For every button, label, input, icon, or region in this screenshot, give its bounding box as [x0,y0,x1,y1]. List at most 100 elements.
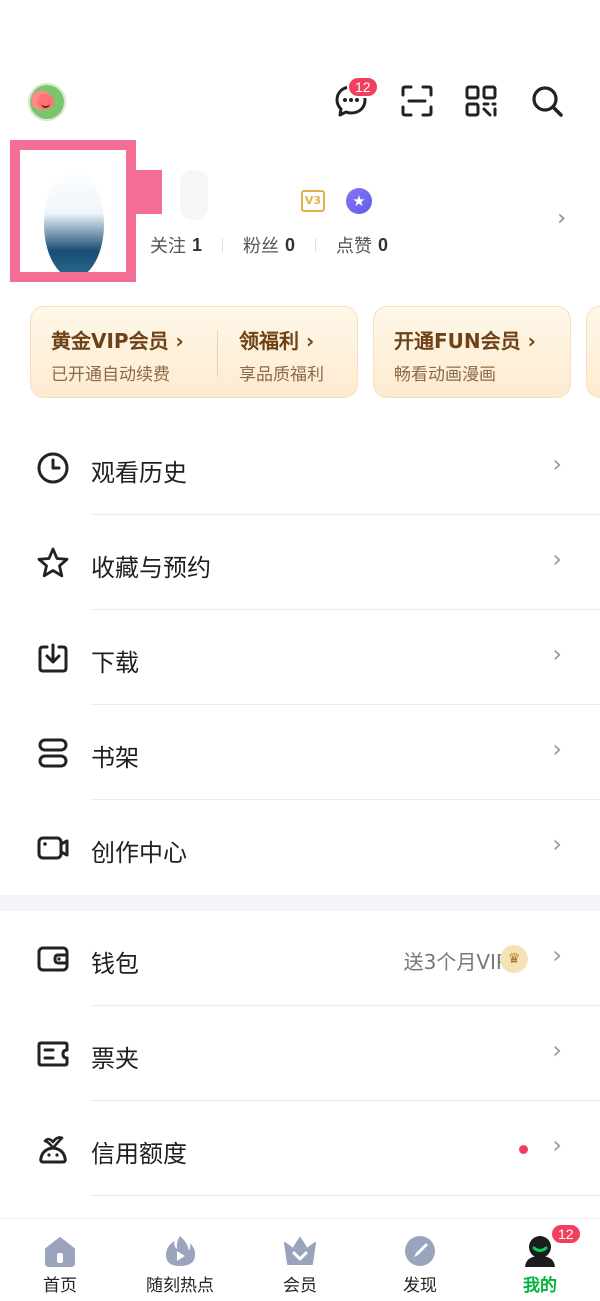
divider [222,238,224,252]
username-blurred [180,170,208,220]
download-icon [38,643,68,673]
menu-item-credit-limit[interactable]: 信用额度 › [0,1101,600,1196]
chevron-right-icon: › [552,1131,562,1159]
message-button[interactable]: 12 [330,76,379,122]
stat-label: 点赞 [336,236,373,257]
divider [91,1195,600,1196]
divider [217,331,218,377]
search-icon [532,86,563,117]
menu-item-label: 票夹 [91,1045,139,1073]
stat-value: 0 [378,234,389,255]
stat-label: 粉丝 [243,236,280,257]
menu-item-label: 收藏与预约 [91,554,211,582]
hot-fire-icon [166,1236,196,1266]
gold-vip-card[interactable]: 黄金VIP会员 › 已开通自动续费 领福利 › 享品质福利 [30,306,358,398]
menu-item-ticket-wallet[interactable]: 票夹 › [0,1006,600,1101]
discover-compass-icon [405,1236,435,1266]
menu-item-creator-center[interactable]: 创作中心 › [0,800,600,895]
menu-item-history[interactable]: 观看历史 › [0,420,600,515]
ticket-icon [37,1041,69,1067]
section-separator [0,895,600,911]
stat-likes[interactable]: 点赞 0 [336,232,388,258]
chevron-right-icon: › [552,735,562,763]
history-clock-icon [37,452,69,484]
nav-label: 我的 [523,1276,557,1296]
nav-label: 发现 [403,1276,437,1296]
welfare-subtitle: 享品质福利 [239,365,324,385]
star-badge-icon[interactable]: ★ [346,188,372,214]
chevron-right-icon: › [552,450,562,478]
stat-label: 关注 [150,236,186,257]
stat-following[interactable]: 关注 1 [150,232,202,258]
star-icon [37,547,69,578]
crown-icon [284,1237,316,1265]
menu-item-download[interactable]: 下载 › [0,610,600,705]
menu-item-label: 创作中心 [91,839,187,867]
bookshelf-icon [38,738,68,768]
qr-code-icon [465,85,497,117]
message-badge: 12 [347,76,379,98]
profile-photo[interactable] [10,140,136,282]
chevron-right-icon: › [175,329,184,353]
app-avatar-icon[interactable] [28,83,66,121]
home-icon [45,1237,75,1267]
chevron-right-icon: › [552,545,562,573]
welfare-entry[interactable]: 领福利 › 享品质福利 [239,325,324,385]
redaction-mark [136,170,162,214]
menu-item-label: 钱包 [91,950,139,978]
fun-vip-subtitle: 畅看动画漫画 [394,365,496,385]
nav-item-vip[interactable]: 会员 [240,1219,360,1301]
wallet-promo-text: 送3个月VIP [403,950,508,974]
scan-button[interactable] [396,80,438,122]
menu-item-favorites[interactable]: 收藏与预约 › [0,515,600,610]
menu-item-label: 书架 [91,744,139,772]
creator-camera-icon [37,836,69,860]
nav-item-discover[interactable]: 发现 [360,1219,480,1301]
stat-value: 1 [192,234,203,255]
chevron-right-icon: › [305,329,315,353]
nav-label: 首页 [43,1276,77,1296]
welfare-title: 领福利 [239,329,299,353]
credit-icon [39,1136,67,1164]
menu-item-label: 信用额度 [91,1140,187,1168]
vip-crown-icon: ♛ [500,945,528,973]
menu-item-bookshelf[interactable]: 书架 › [0,705,600,800]
chevron-right-icon: › [552,640,562,668]
chevron-right-icon: › [552,830,562,858]
nav-item-hot[interactable]: 随刻热点 [120,1219,240,1301]
chevron-right-icon[interactable]: › [557,206,566,231]
nav-label: 随刻热点 [146,1276,214,1296]
chevron-right-icon: › [527,329,536,353]
gold-vip-title: 黄金VIP会员 [51,329,169,353]
stat-value: 0 [285,234,296,255]
menu-group-primary: 观看历史 › 收藏与预约 › 下载 › 书架 › 创作中心 › [0,420,600,895]
fun-vip-card[interactable]: 开通FUN会员 › 畅看动画漫画 [373,306,571,398]
gold-vip-entry[interactable]: 黄金VIP会员 › 已开通自动续费 [51,325,184,385]
menu-group-secondary: 钱包 送3个月VIP ♛ › 票夹 › 信用额度 › [0,911,600,1196]
vip-cards: 黄金VIP会员 › 已开通自动续费 领福利 › 享品质福利 开通FUN会员 › … [0,306,600,402]
nav-item-me[interactable]: 12 我的 [480,1219,600,1301]
level-badge-icon[interactable]: V3 [301,190,325,212]
scan-icon [401,85,433,117]
fun-vip-entry[interactable]: 开通FUN会员 › 畅看动画漫画 [394,325,536,385]
qr-code-button[interactable] [460,80,502,122]
nav-label: 会员 [283,1276,317,1296]
menu-item-label: 观看历史 [91,459,187,487]
chevron-right-icon: › [552,1036,562,1064]
top-bar: 12 [0,76,600,126]
wallet-icon [37,946,69,972]
next-vip-card[interactable] [586,306,600,398]
divider [315,238,317,252]
profile-header[interactable]: V3 ★ 关注 1 粉丝 0 点赞 0 › [0,140,600,290]
stat-followers[interactable]: 粉丝 0 [243,232,295,258]
notification-dot [519,1145,528,1154]
menu-item-wallet[interactable]: 钱包 送3个月VIP ♛ › [0,911,600,1006]
chevron-right-icon: › [552,941,562,969]
nav-item-home[interactable]: 首页 [0,1219,120,1301]
bottom-nav: 首页 随刻热点 会员 发现 12 我的 [0,1218,600,1301]
search-button[interactable] [526,80,568,122]
fun-vip-title: 开通FUN会员 [394,329,521,353]
gold-vip-subtitle: 已开通自动续费 [51,365,170,385]
menu-item-label: 下载 [91,649,139,677]
profile-badge: 12 [550,1223,582,1245]
